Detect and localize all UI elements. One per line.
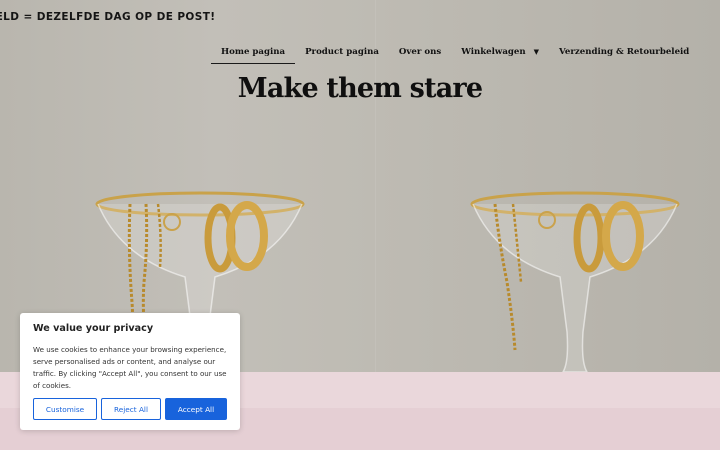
nav-about[interactable]: Over ons bbox=[389, 47, 451, 62]
cookie-actions: Customise Reject All Accept All bbox=[33, 398, 227, 420]
customise-button[interactable]: Customise bbox=[33, 398, 97, 420]
cookie-consent-banner: We value your privacy We use cookies to … bbox=[20, 313, 240, 430]
main-navigation: Home pagina Product pagina Over ons Wink… bbox=[211, 47, 699, 64]
chevron-down-icon: ▼ bbox=[533, 47, 539, 56]
announcement-bar: 'ELD = DEZELFDE DAG OP DE POST! bbox=[0, 11, 360, 23]
reject-all-button[interactable]: Reject All bbox=[101, 398, 161, 420]
accept-all-button[interactable]: Accept All bbox=[165, 398, 227, 420]
nav-products[interactable]: Product pagina bbox=[295, 47, 389, 62]
nav-home[interactable]: Home pagina bbox=[211, 47, 296, 64]
announcement-text: 'ELD = DEZELFDE DAG OP DE POST! bbox=[0, 11, 216, 23]
coupe-glass-jewelry-image bbox=[470, 191, 680, 372]
nav-shipping-returns[interactable]: Verzending & Retourbeleid bbox=[549, 47, 699, 62]
cookie-title: We value your privacy bbox=[33, 323, 154, 334]
cookie-description: We use cookies to enhance your browsing … bbox=[33, 345, 227, 390]
hero-title: Make them stare bbox=[237, 73, 483, 104]
nav-cart[interactable]: Winkelwagen ▼ bbox=[451, 47, 549, 62]
